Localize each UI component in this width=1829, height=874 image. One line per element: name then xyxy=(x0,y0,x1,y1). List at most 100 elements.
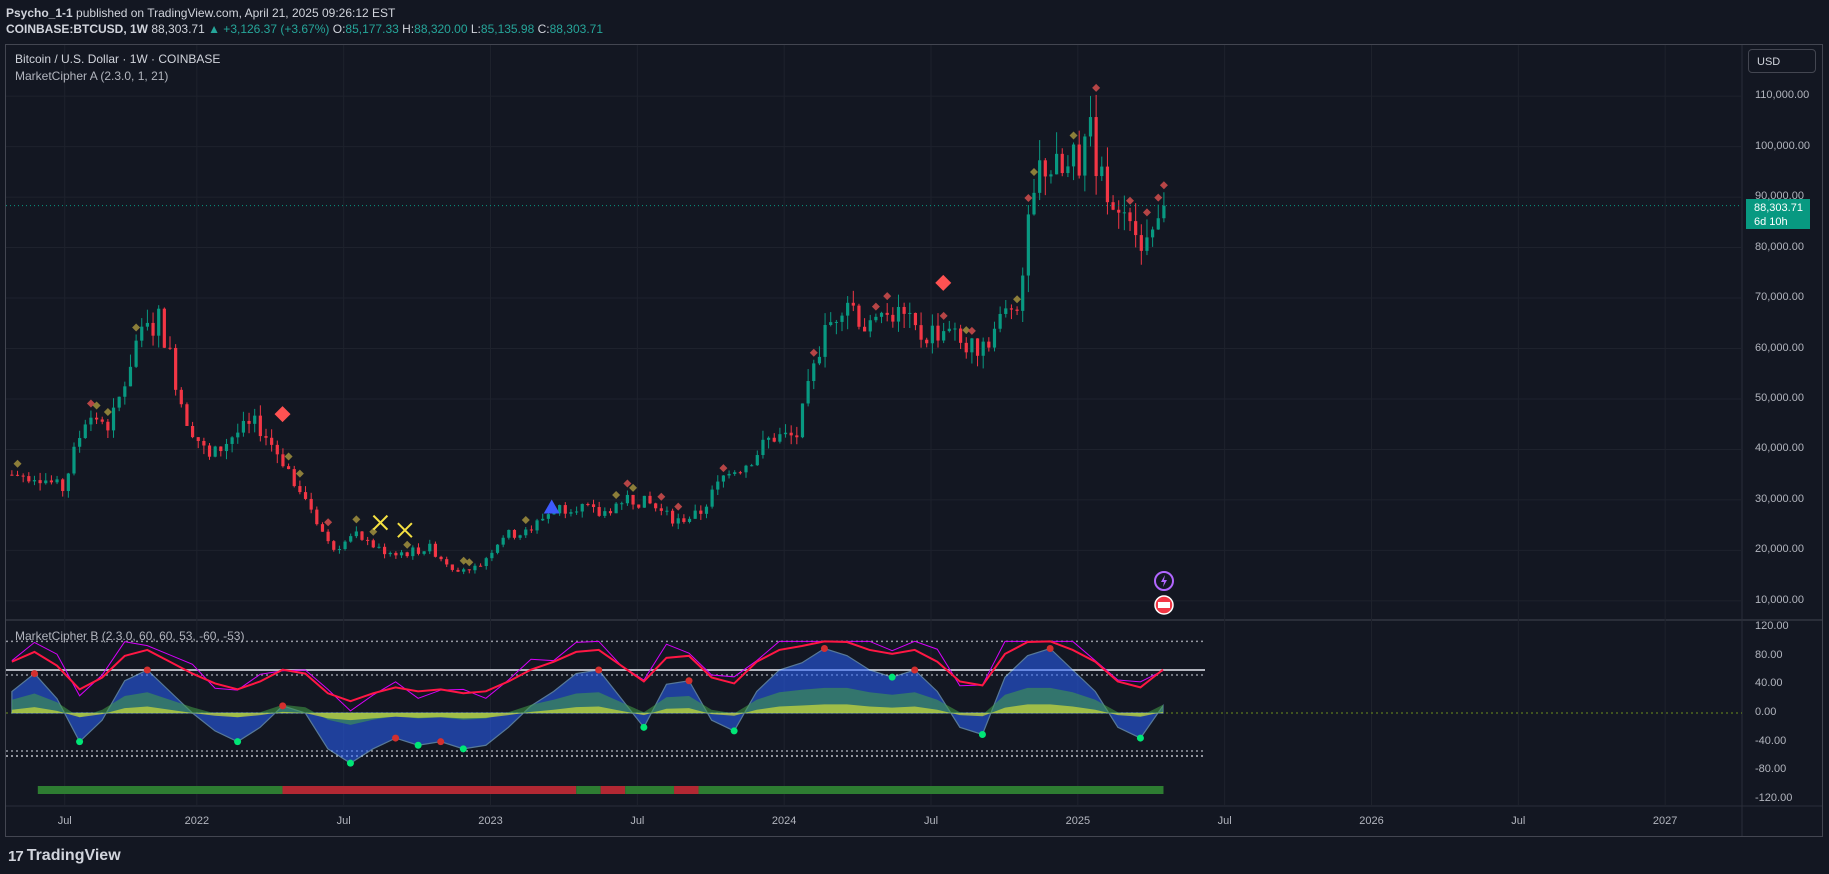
candle-body xyxy=(1038,160,1042,193)
signal-diamond xyxy=(352,515,361,524)
yellow-cross-icon xyxy=(372,514,389,531)
candle-body xyxy=(637,504,641,508)
candle-body xyxy=(168,347,172,349)
buy-dot-icon xyxy=(888,673,896,681)
indicator-b-label[interactable]: MarketCipher B (2.3.0, 60, 60, 53, -60, … xyxy=(15,629,244,643)
time-axis-label: 2026 xyxy=(1359,815,1384,827)
candle-body xyxy=(366,539,370,541)
candle-body xyxy=(987,341,991,348)
money-flow-area xyxy=(11,687,1163,725)
time-axis-label: Jul xyxy=(336,815,351,827)
candle-body xyxy=(1094,117,1098,177)
signal-diamond xyxy=(629,483,638,492)
candle-body xyxy=(569,512,573,514)
candle-body xyxy=(942,331,946,341)
indicator-a-label[interactable]: MarketCipher A (2.3.0, 1, 21) xyxy=(15,69,168,83)
signal-diamond xyxy=(1142,208,1151,217)
candle-body xyxy=(1122,212,1126,214)
candle-body xyxy=(1071,144,1076,167)
signal-diamond xyxy=(324,518,333,527)
candle-body xyxy=(162,308,166,348)
chart-canvas[interactable] xyxy=(0,0,1829,874)
oscillator-axis-label: 40.00 xyxy=(1755,677,1783,690)
buy-dot-icon xyxy=(978,731,986,738)
candle-body xyxy=(371,540,375,548)
candle-body xyxy=(524,529,528,536)
candle-body xyxy=(61,479,65,492)
candle-body xyxy=(286,466,291,470)
sell-dot-icon xyxy=(279,702,287,710)
signal-diamond xyxy=(1126,196,1135,205)
signal-diamond xyxy=(612,491,621,500)
candle-body xyxy=(219,446,223,452)
currency-button[interactable]: USD xyxy=(1748,49,1816,73)
candle-body xyxy=(846,302,850,316)
time-axis-label: Jul xyxy=(630,815,645,827)
signal-diamond xyxy=(1024,194,1033,203)
candle-body xyxy=(1117,209,1121,213)
candle-body xyxy=(930,325,934,344)
signal-diamond xyxy=(1069,131,1078,140)
candle-body xyxy=(529,529,534,531)
candle-body xyxy=(998,313,1002,329)
candle-body xyxy=(879,312,884,317)
oscillator-axis-label: -80.00 xyxy=(1755,763,1787,776)
candle-body xyxy=(253,415,257,424)
candle-body xyxy=(608,511,613,514)
candle-body xyxy=(66,473,70,492)
candle-body xyxy=(320,524,325,532)
mfi-bar-segment xyxy=(674,786,699,794)
candle-body xyxy=(591,504,596,508)
tradingview-mark-icon: 17 xyxy=(8,847,24,865)
price-axis-label: 100,000.00 xyxy=(1755,139,1811,152)
candle-body xyxy=(439,556,443,560)
candle-body xyxy=(27,476,31,482)
price-axis-label: 60,000.00 xyxy=(1755,341,1804,354)
signal-diamond xyxy=(132,323,141,332)
signal-diamond xyxy=(871,302,880,311)
candle-body xyxy=(535,520,539,531)
candle-body xyxy=(738,472,742,474)
candle-body xyxy=(936,325,940,341)
candle-body xyxy=(885,312,889,315)
candle-body xyxy=(467,569,471,571)
candle-body xyxy=(964,342,968,353)
candle-body xyxy=(919,325,923,340)
candle-body xyxy=(185,404,189,426)
time-axis-label: 2022 xyxy=(184,815,210,827)
tradingview-logo[interactable]: 17 TradingView xyxy=(8,847,121,865)
signal-diamond xyxy=(967,326,976,335)
candle-body xyxy=(958,328,963,343)
candle-body xyxy=(1145,237,1149,251)
yellow-cross-icon xyxy=(397,522,413,538)
candle-body xyxy=(834,321,838,323)
candle-body xyxy=(258,415,262,437)
candle-body xyxy=(315,509,319,525)
candle-body xyxy=(699,510,703,514)
chart-title[interactable]: Bitcoin / U.S. Dollar · 1W · COINBASE xyxy=(15,52,220,66)
price-axis-label: 10,000.00 xyxy=(1755,593,1804,606)
signal-diamond xyxy=(284,452,293,461)
candle-body xyxy=(992,328,997,348)
signal-diamond xyxy=(103,407,112,416)
candle-body xyxy=(789,432,793,436)
candle-body xyxy=(151,322,155,336)
candle-body xyxy=(416,547,421,554)
candle-body xyxy=(1060,153,1064,174)
price-axis-label: 30,000.00 xyxy=(1755,492,1804,505)
candle-body xyxy=(501,537,505,545)
sell-dot-icon xyxy=(1046,645,1054,652)
candle-body xyxy=(744,465,748,473)
candle-body xyxy=(851,302,855,306)
sell-dot-icon xyxy=(30,670,38,678)
us-flag-stripe-icon xyxy=(1157,602,1170,608)
signal-diamond xyxy=(883,292,892,301)
candle-body xyxy=(21,475,25,477)
signal-diamond xyxy=(459,556,468,565)
candle-body xyxy=(648,495,652,504)
candle-body xyxy=(580,504,584,512)
sell-diamond-icon xyxy=(274,406,291,423)
oscillator-axis-label: -120.00 xyxy=(1755,792,1793,804)
candle-body xyxy=(399,552,404,556)
candle-body xyxy=(693,510,697,519)
